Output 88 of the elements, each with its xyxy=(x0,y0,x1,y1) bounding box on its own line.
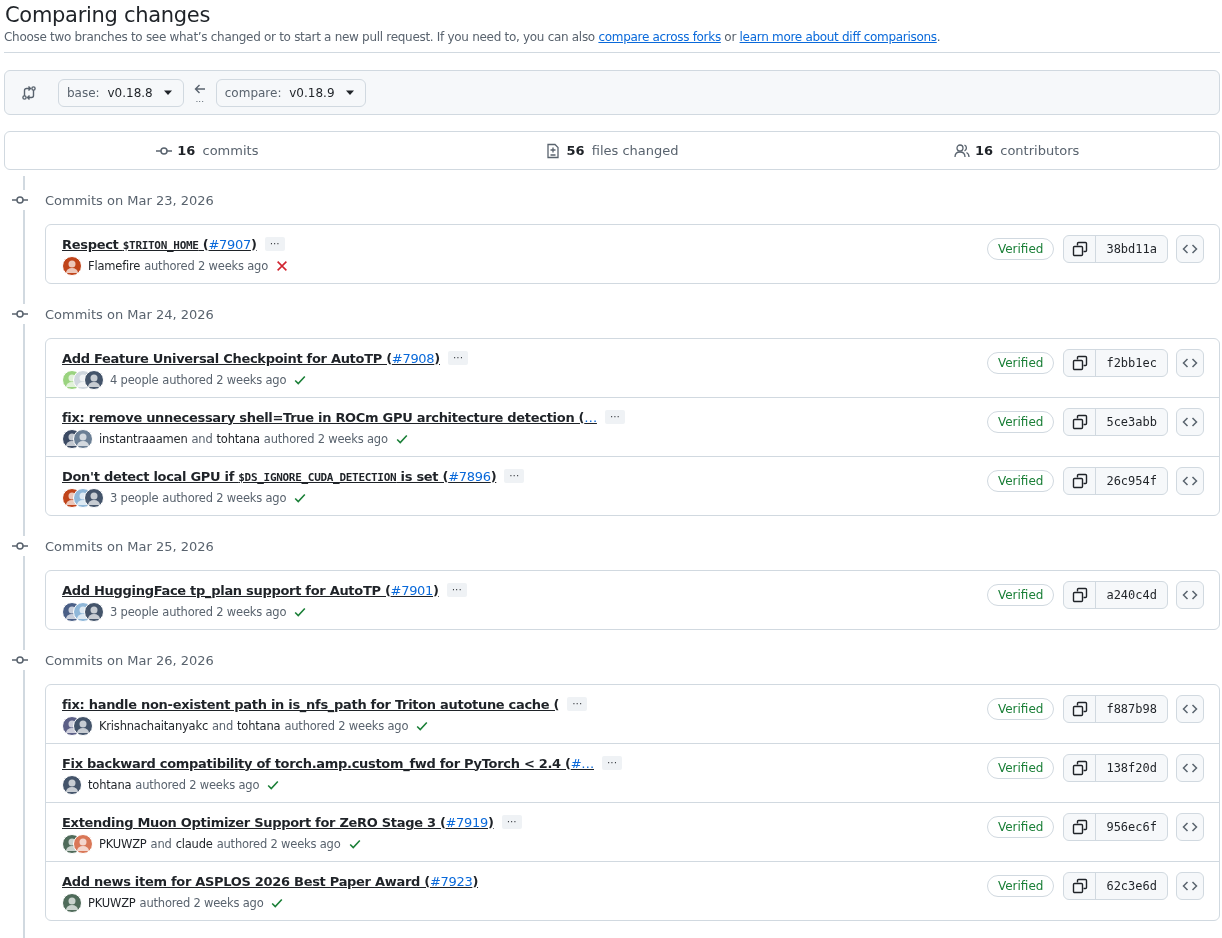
meta-text: authored 2 weeks ago xyxy=(144,259,269,273)
copy-icon xyxy=(1071,414,1088,430)
expand-button[interactable]: ··· xyxy=(501,815,522,829)
expand-button[interactable]: ··· xyxy=(604,410,625,424)
commit-title[interactable]: fix: handle non-existent path in is_nfs_path for Triton autotune cache ( xyxy=(62,696,560,712)
meta-text: authored 2 weeks ago xyxy=(139,896,264,910)
meta-text: 3 people xyxy=(110,605,159,619)
group-heading: Commits on Mar 24, 2026 xyxy=(45,306,214,322)
copy-icon xyxy=(1071,819,1088,835)
stat-link[interactable]: 16 contributors xyxy=(814,132,1219,169)
meta-text: authored 2 weeks ago xyxy=(263,432,388,446)
author-link[interactable]: PKUWZP xyxy=(88,896,136,910)
browse-code-button[interactable] xyxy=(1176,695,1204,723)
browse-code-button[interactable] xyxy=(1176,408,1204,436)
meta-text: and xyxy=(191,432,213,446)
group-heading: Commits on Mar 25, 2026 xyxy=(45,538,214,554)
copy-icon xyxy=(1071,241,1088,257)
expand-button[interactable]: ··· xyxy=(264,237,285,251)
meta-text: 4 people xyxy=(110,373,159,387)
group-heading: Commits on Mar 23, 2026 xyxy=(45,192,214,208)
compare-icon xyxy=(21,84,37,101)
stat-link[interactable]: 56 files changed xyxy=(409,132,815,169)
branch-dropdown[interactable]: base: v0.18.8 xyxy=(58,78,184,107)
left-arrow-icon xyxy=(193,82,206,95)
author-link[interactable]: Krishnachaitanyakc xyxy=(99,719,208,733)
expand-button[interactable]: ··· xyxy=(567,697,588,711)
group-heading: Commits on Mar 26, 2026 xyxy=(45,652,214,668)
copy-icon xyxy=(1071,878,1088,894)
meta-text: authored 2 weeks ago xyxy=(162,605,287,619)
commit-title[interactable]: fix: remove unnecessary shell=True in ROCm GPU architecture detection (… xyxy=(62,409,597,425)
check-icon[interactable] xyxy=(293,491,308,505)
check-icon[interactable] xyxy=(293,605,308,619)
author-link[interactable]: tohtana xyxy=(237,719,281,733)
text-link[interactable]: learn more about diff comparisons xyxy=(739,30,937,44)
copy-icon xyxy=(1071,355,1088,371)
commit-title[interactable]: Extending Muon Optimizer Support for ZeRO Stage 3 (#7919) xyxy=(62,814,494,830)
copy-icon xyxy=(1071,701,1088,717)
meta-text: authored 2 weeks ago xyxy=(216,837,341,851)
browse-code-button[interactable] xyxy=(1176,235,1204,263)
check-icon[interactable] xyxy=(394,432,409,446)
author-link[interactable]: tohtana xyxy=(216,432,260,446)
author-link[interactable]: PKUWZP xyxy=(99,837,147,851)
text-link[interactable]: compare across forks xyxy=(598,30,721,44)
commit-title[interactable]: Add HuggingFace tp_plan support for AutoTP (#7901) xyxy=(62,582,439,598)
author-link[interactable]: tohtana xyxy=(88,778,132,792)
meta-text: and xyxy=(150,837,172,851)
check-icon[interactable] xyxy=(347,837,362,851)
meta-text: authored 2 weeks ago xyxy=(162,373,287,387)
copy-icon xyxy=(1071,760,1088,776)
check-icon[interactable] xyxy=(270,896,285,910)
expand-button[interactable]: ··· xyxy=(446,583,467,597)
commit-title[interactable]: Respect $TRITON_HOME (#7907) xyxy=(62,236,257,252)
stat-link[interactable]: 16 commits xyxy=(5,132,410,169)
expand-button[interactable]: ··· xyxy=(504,469,525,483)
commit-title[interactable]: Add Feature Universal Checkpoint for AutoTP (#7908) xyxy=(62,350,440,366)
copy-icon xyxy=(1071,587,1088,603)
commit-title[interactable]: Fix backward compatibility of torch.amp.custom_fwd for PyTorch < 2.4 (#… xyxy=(62,755,594,771)
file-diff-icon xyxy=(545,142,562,159)
copy-icon xyxy=(1071,473,1088,489)
expand-button[interactable]: ··· xyxy=(447,351,468,365)
browse-code-button[interactable] xyxy=(1176,813,1204,841)
meta-text: and xyxy=(212,719,234,733)
x-icon[interactable] xyxy=(275,259,290,273)
meta-text: 3 people xyxy=(110,491,159,505)
browse-code-button[interactable] xyxy=(1176,467,1204,495)
check-icon[interactable] xyxy=(293,373,308,387)
check-icon[interactable] xyxy=(415,719,430,733)
check-icon[interactable] xyxy=(266,778,281,792)
people-icon xyxy=(954,142,971,159)
browse-code-button[interactable] xyxy=(1176,349,1204,377)
commit-title[interactable]: Add news item for ASPLOS 2026 Best Paper Award (#7923) xyxy=(62,873,479,889)
page-title: Comparing changes xyxy=(5,3,212,27)
page-description: Choose two branches to see what’s changed or to start a new pull request. If you need to, you can also compare across forks or learn more about diff comparisons. xyxy=(4,30,942,44)
dots-text: ... xyxy=(195,94,205,103)
browse-code-button[interactable] xyxy=(1176,581,1204,609)
meta-text: authored 2 weeks ago xyxy=(135,778,260,792)
author-link[interactable]: Flamefire xyxy=(88,259,141,273)
meta-text: authored 2 weeks ago xyxy=(284,719,409,733)
caret-icon xyxy=(344,89,355,96)
commit-title[interactable]: Don't detect local GPU if $DS_IGNORE_CUDA_DETECTION is set (#7896) xyxy=(62,468,497,484)
author-link[interactable]: instantraaamen xyxy=(99,432,188,446)
browse-code-button[interactable] xyxy=(1176,754,1204,782)
expand-button[interactable]: ··· xyxy=(602,756,622,770)
branch-dropdown[interactable]: compare: v0.18.9 xyxy=(215,78,366,107)
browse-code-button[interactable] xyxy=(1176,872,1204,900)
author-link[interactable]: claude xyxy=(175,837,213,851)
meta-text: authored 2 weeks ago xyxy=(162,491,287,505)
caret-icon xyxy=(162,89,173,96)
